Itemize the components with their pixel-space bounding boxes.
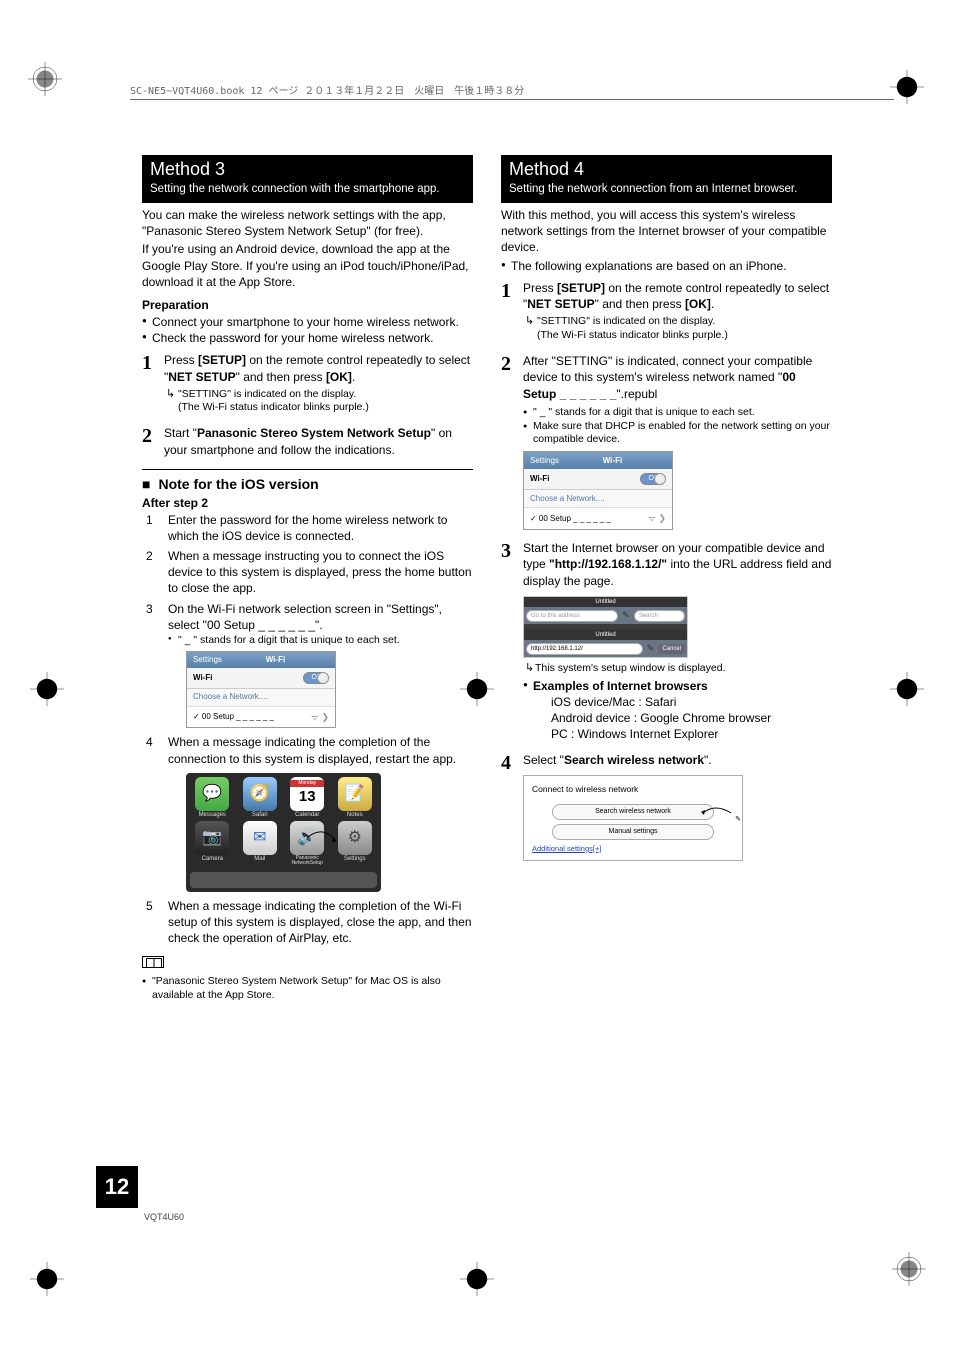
preparation-list: Connect your smartphone to your home wir… (142, 314, 473, 346)
calendar-icon: Monday13 (290, 777, 324, 811)
settings-icon: ⚙ (338, 821, 372, 855)
method4-step2-note2: Make sure that DHCP is enabled for the n… (523, 420, 832, 447)
note-icon (142, 956, 164, 968)
wifi-toggle-on: ON (303, 672, 330, 683)
ios-step-2: When a message instructing you to connec… (142, 548, 473, 597)
pencil-icon: ✎ (622, 609, 630, 622)
method3-step1-note1: "SETTING" is indicated on the display. (164, 388, 473, 402)
method4-subtitle: Setting the network connection from an I… (509, 183, 797, 195)
registration-mark-icon (28, 62, 62, 96)
method3-step1-note2: (The Wi-Fi status indicator blinks purpl… (164, 401, 473, 415)
method4-step1-note1: "SETTING" is indicated on the display. (523, 315, 832, 329)
chevron-right-icon: ❯ (321, 712, 329, 722)
ios-step-5: When a message indicating the completion… (142, 898, 473, 947)
method4-step-4: Select "Search wireless network". Connec… (501, 752, 832, 861)
manual-settings-button: Manual settings (552, 824, 714, 840)
method4-title: Method 4 (509, 159, 824, 180)
ios-step-3-note: " _ " stands for a digit that is unique … (168, 634, 473, 647)
method4-intro-bullet: The following explanations are based on … (501, 258, 832, 274)
pencil-arrow-icon: ✎ (701, 803, 741, 825)
registration-mark-icon (30, 1262, 64, 1296)
method4-step1-note2: (The Wi-Fi status indicator blinks purpl… (523, 329, 832, 343)
safari-icon: 🧭 (243, 777, 277, 811)
pencil-icon: ✎ (647, 642, 655, 655)
method3-header: Method 3 Setting the network connection … (142, 155, 473, 203)
ios-step-1: Enter the password for the home wireless… (142, 512, 473, 544)
method3-step-2: Start "Panasonic Stereo System Network S… (142, 425, 473, 459)
registration-mark-icon (30, 672, 64, 706)
method3-title: Method 3 (150, 159, 465, 180)
camera-icon: 📷 (195, 821, 229, 855)
method4-step-1: Press [SETUP] on the remote control repe… (501, 280, 832, 343)
method3-step-1: Press [SETUP] on the remote control repe… (142, 352, 473, 415)
search-wireless-button: Search wireless network ✎ (552, 804, 714, 820)
wifi-signal-icon: ᯤ (311, 713, 318, 722)
browser-url-figure: Untitled Go to this address ✎ Search Unt… (523, 596, 688, 658)
wifi-settings-figure-2: SettingsWi-Fi Wi-FiON Choose a Network..… (523, 451, 673, 530)
wifi-signal-icon: ᯤ (648, 514, 655, 523)
method3-intro-2: If you're using an Android device, downl… (142, 241, 473, 290)
method3-subtitle: Setting the network connection with the … (150, 183, 440, 195)
divider (142, 469, 473, 470)
wifi-settings-figure: SettingsWi-Fi Wi-FiON Choose a Network..… (186, 651, 336, 729)
prep-item-1: Connect your smartphone to your home wir… (142, 314, 473, 330)
method4-step-2: After "SETTING" is indicated, connect yo… (501, 353, 832, 530)
after-step-2-label: After step 2 (142, 496, 473, 510)
method4-step-3: Start the Internet browser on your compa… (501, 540, 832, 743)
method4-step3-note: This system's setup window is displayed. (523, 662, 832, 676)
method4-intro: With this method, you will access this s… (501, 207, 832, 256)
page-number: 12 (96, 1166, 138, 1208)
ios-step-3: On the Wi-Fi network selection screen in… (142, 601, 473, 729)
method3-intro-1: You can make the wireless network settin… (142, 207, 473, 239)
registration-mark-icon (890, 70, 924, 104)
iphone-home-figure: 💬Messages 🧭Safari Monday13Calendar 📝Note… (186, 773, 381, 892)
document-code: VQT4U60 (144, 1212, 184, 1222)
column-method-4: Method 4 Setting the network connection … (501, 155, 832, 1007)
examples-heading: Examples of Internet browsers iOS device… (523, 678, 832, 743)
notes-icon: 📝 (338, 777, 372, 811)
mail-icon: ✉ (243, 821, 277, 855)
preparation-heading: Preparation (142, 298, 473, 312)
column-method-3: Method 3 Setting the network connection … (142, 155, 473, 1007)
page-header-line: SC-NE5~VQT4U60.book 12 ページ ２０１３年１月２２日 火曜… (130, 82, 894, 100)
messages-icon: 💬 (195, 777, 229, 811)
registration-mark-icon (890, 672, 924, 706)
wifi-toggle-on: ON (640, 473, 667, 485)
method4-header: Method 4 Setting the network connection … (501, 155, 832, 203)
registration-mark-icon (892, 1252, 926, 1286)
method3-footnote: "Panasonic Stereo System Network Setup" … (142, 975, 473, 1002)
method4-step2-note1: " _ " stands for a digit that is unique … (523, 406, 832, 420)
setup-window-figure: Connect to wireless network Search wirel… (523, 775, 743, 861)
ios-step-4: When a message indicating the completion… (142, 734, 473, 891)
ios-note-heading: ■Note for the iOS version (142, 476, 473, 492)
chevron-right-icon: ❯ (658, 513, 666, 523)
prep-item-2: Check the password for your home wireles… (142, 330, 473, 346)
additional-settings-link: Additional settings[+] (532, 844, 734, 855)
panasonic-setup-icon: 🔊 (290, 821, 324, 855)
registration-mark-icon (460, 1262, 494, 1296)
